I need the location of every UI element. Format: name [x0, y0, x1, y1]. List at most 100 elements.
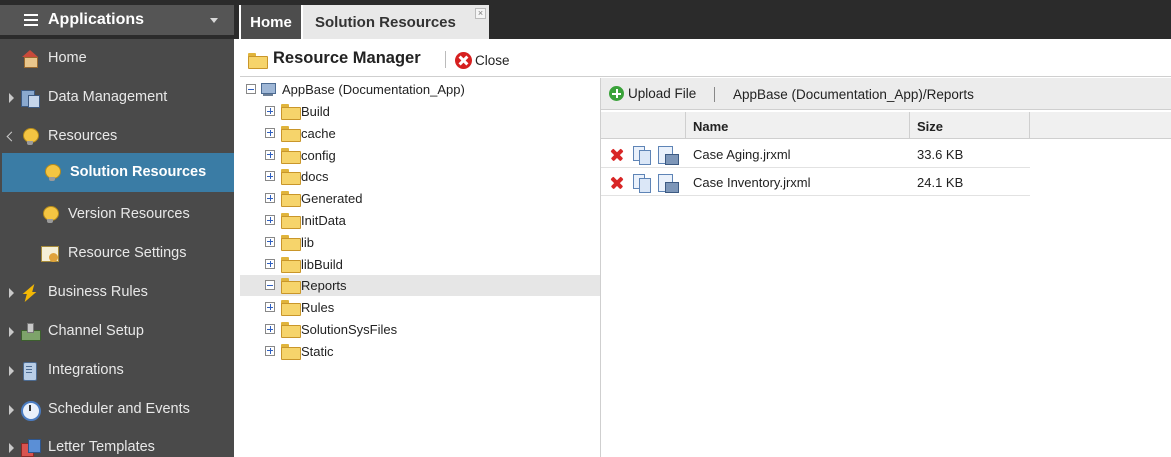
chevron-down-icon: [210, 17, 218, 23]
toolbar-divider: [445, 51, 446, 68]
computer-icon: [260, 83, 276, 97]
column-actions: [601, 112, 686, 139]
tree-folder-cache[interactable]: cache: [240, 123, 600, 144]
sidebar-item-version-resources[interactable]: Version Resources: [0, 195, 234, 234]
sidebar: Applications Home Data Management Resour…: [0, 0, 234, 457]
expand-toggle-icon[interactable]: [265, 215, 275, 225]
sidebar-item-label: Home: [48, 50, 87, 66]
expand-arrow-icon[interactable]: [9, 366, 14, 376]
file-grid-header: Name Size: [601, 112, 1171, 139]
sidebar-item-data-management[interactable]: Data Management: [0, 78, 234, 117]
expand-toggle-icon[interactable]: [265, 106, 275, 116]
expand-toggle-icon[interactable]: [265, 149, 275, 160]
data-management-icon: [21, 89, 40, 108]
expand-toggle-icon[interactable]: [265, 236, 275, 247]
expand-toggle-icon[interactable]: [265, 302, 275, 313]
delete-icon[interactable]: [610, 176, 624, 190]
folder-icon: [281, 213, 301, 229]
expand-arrow-icon[interactable]: [9, 288, 14, 298]
expand-toggle-icon[interactable]: [265, 345, 275, 356]
toolbar-divider: [714, 87, 715, 102]
folder-icon: [281, 322, 301, 338]
expand-toggle-icon[interactable]: [265, 193, 275, 204]
file-name: Case Inventory.jrxml: [693, 175, 811, 190]
sidebar-item-letter-templates[interactable]: Letter Templates: [0, 428, 234, 457]
tree-root[interactable]: AppBase (Documentation_App): [240, 79, 600, 100]
tab-bar: Home Solution Resources ×: [234, 0, 1171, 39]
settings-doc-icon: [41, 245, 59, 263]
file-toolbar: Upload File AppBase (Documentation_App)/…: [601, 78, 1171, 110]
sidebar-item-home[interactable]: Home: [0, 39, 234, 78]
tree-folder-lib[interactable]: lib: [240, 232, 600, 253]
sidebar-item-channel-setup[interactable]: Channel Setup: [0, 312, 234, 351]
lightbulb-icon: [43, 164, 61, 182]
sidebar-item-integrations[interactable]: Integrations: [0, 351, 234, 390]
collapse-toggle-icon[interactable]: [246, 84, 256, 94]
column-size[interactable]: Size: [910, 112, 1030, 139]
sidebar-item-label: Letter Templates: [48, 439, 155, 455]
sidebar-item-resource-settings[interactable]: Resource Settings: [0, 234, 234, 273]
folder-icon: [281, 147, 301, 164]
tree-folder-generated[interactable]: Generated: [240, 188, 600, 209]
tree-folder-rules[interactable]: Rules: [240, 297, 600, 318]
sidebar-item-resources[interactable]: Resources: [0, 117, 234, 156]
column-name[interactable]: Name: [686, 112, 910, 139]
close-tab-icon[interactable]: ×: [475, 8, 486, 19]
table-row[interactable]: Case Aging.jrxml 33.6 KB: [601, 140, 1030, 168]
expand-toggle-icon[interactable]: [265, 127, 275, 138]
folder-icon: [281, 343, 301, 360]
sidebar-item-business-rules[interactable]: Business Rules: [0, 273, 234, 312]
applications-menu-button[interactable]: Applications: [0, 5, 234, 35]
resource-manager-toolbar: Resource Manager Close: [240, 40, 1171, 77]
tree-folder-label: Reports: [301, 278, 347, 294]
copy-icon[interactable]: [633, 146, 653, 165]
tree-folder-label: Generated: [301, 191, 363, 207]
tree-folder-label: InitData: [301, 213, 346, 228]
sidebar-item-label: Version Resources: [68, 206, 190, 222]
download-icon[interactable]: [658, 174, 679, 193]
folder-tree: AppBase (Documentation_App) Build cache co…: [240, 78, 601, 457]
close-button[interactable]: Close: [455, 51, 510, 69]
sidebar-item-scheduler-and-events[interactable]: Scheduler and Events: [0, 390, 234, 429]
tree-folder-build[interactable]: Build: [240, 101, 600, 122]
collapse-arrow-icon[interactable]: [6, 131, 17, 142]
expand-arrow-icon[interactable]: [9, 93, 14, 103]
channel-icon: [21, 323, 41, 341]
collapse-toggle-icon[interactable]: [265, 280, 275, 291]
sidebar-item-label: Channel Setup: [48, 323, 144, 339]
sidebar-item-solution-resources[interactable]: Solution Resources: [2, 153, 234, 192]
table-row[interactable]: Case Inventory.jrxml 24.1 KB: [601, 168, 1030, 196]
current-path: AppBase (Documentation_App)/Reports: [733, 87, 974, 102]
tree-folder-label: lib: [301, 234, 315, 250]
tree-folder-libbuild[interactable]: libBuild: [240, 254, 600, 275]
expand-arrow-icon[interactable]: [9, 327, 14, 337]
copy-icon[interactable]: [633, 174, 653, 193]
expand-toggle-icon[interactable]: [265, 171, 275, 182]
tree-folder-initdata[interactable]: InitData: [240, 210, 600, 231]
tree-folder-docs[interactable]: docs: [240, 166, 600, 187]
lightning-icon: [21, 284, 39, 302]
panel-title: Resource Manager: [273, 49, 421, 67]
tab-solution-resources[interactable]: Solution Resources ×: [303, 5, 489, 39]
upload-file-button[interactable]: Upload File: [609, 86, 696, 101]
expand-arrow-icon[interactable]: [9, 405, 14, 415]
tree-folder-solutionsysfiles[interactable]: SolutionSysFiles: [240, 319, 600, 340]
tree-folder-label: Rules: [301, 300, 335, 316]
expand-toggle-icon[interactable]: [265, 258, 275, 269]
delete-icon[interactable]: [610, 148, 624, 162]
file-size: 33.6 KB: [917, 147, 964, 162]
tree-folder-reports[interactable]: Reports: [240, 275, 600, 297]
add-icon: [609, 86, 624, 101]
tree-folder-config[interactable]: config: [240, 145, 600, 166]
tab-home[interactable]: Home: [241, 5, 301, 39]
download-icon[interactable]: [658, 146, 679, 165]
tree-folder-label: Static: [301, 343, 334, 359]
sidebar-title: Applications: [48, 11, 145, 28]
expand-arrow-icon[interactable]: [9, 443, 14, 453]
folder-icon: [281, 104, 301, 120]
expand-toggle-icon[interactable]: [265, 324, 275, 334]
folder-icon: [281, 256, 301, 273]
tree-folder-static[interactable]: Static: [240, 341, 600, 362]
home-icon: [21, 50, 39, 68]
tree-folder-label: Build: [301, 104, 330, 119]
